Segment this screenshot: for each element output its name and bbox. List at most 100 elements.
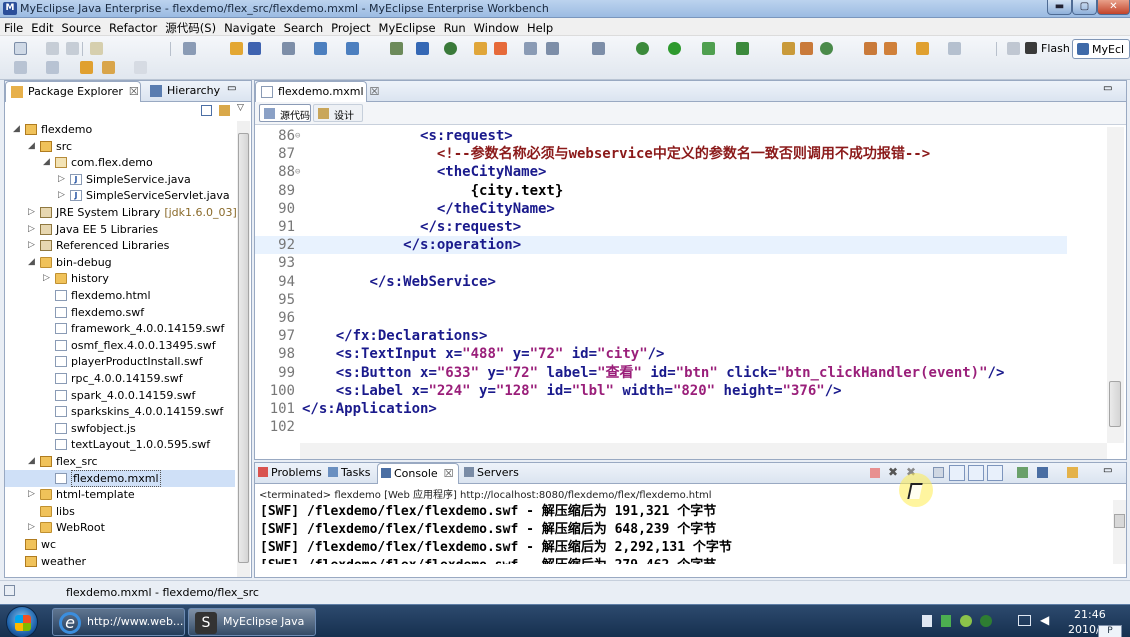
close-tab-icon[interactable]: ☒ bbox=[370, 85, 380, 98]
code-line[interactable]: 91 </s:request> bbox=[255, 218, 1067, 236]
code-line[interactable]: 97 </fx:Declarations> bbox=[255, 327, 1067, 345]
code-line[interactable]: 92 </s:operation> bbox=[255, 236, 1067, 255]
save-all-icon[interactable] bbox=[66, 42, 79, 55]
run-icon[interactable] bbox=[668, 42, 681, 55]
code-line[interactable]: 101 </s:Application> bbox=[255, 400, 1067, 418]
annotation-icon[interactable] bbox=[916, 42, 929, 55]
back-icon[interactable] bbox=[102, 61, 115, 74]
collapse-twisty-icon[interactable]: ◢ bbox=[28, 138, 38, 155]
tree-item[interactable]: ▷ J SimpleServiceServlet.java bbox=[5, 187, 235, 204]
code-line[interactable]: 86 ⊖ <s:request> bbox=[255, 127, 1067, 145]
tree-item[interactable]: ▷ WebRoot bbox=[5, 519, 235, 536]
tree-item[interactable]: flexdemo.html bbox=[5, 287, 235, 304]
code-line[interactable]: 89 {city.text} bbox=[255, 182, 1067, 200]
minimize-editor-icon[interactable]: ▭ bbox=[1103, 83, 1112, 94]
menu-search[interactable]: Search bbox=[280, 19, 328, 35]
tree-item[interactable]: flexdemo.swf bbox=[5, 304, 235, 321]
minimize-console-icon[interactable]: ▭ bbox=[1103, 465, 1112, 476]
tab-servers[interactable]: Servers bbox=[461, 463, 531, 484]
search-icon[interactable] bbox=[736, 42, 749, 55]
collapse-twisty-icon[interactable]: ◢ bbox=[13, 121, 23, 138]
menu-source[interactable]: Source bbox=[58, 19, 106, 35]
print-icon[interactable] bbox=[90, 42, 103, 55]
network-icon[interactable] bbox=[1018, 615, 1031, 626]
tree-item[interactable]: ◢ bin-debug bbox=[5, 254, 235, 271]
menu-refactor[interactable]: Refactor bbox=[105, 19, 161, 35]
tree-item[interactable]: weather bbox=[5, 553, 235, 570]
tray-update-icon[interactable] bbox=[980, 615, 992, 627]
tree-item[interactable]: flexdemo.mxml bbox=[5, 469, 235, 487]
expand-twisty-icon[interactable]: ▷ bbox=[28, 486, 38, 503]
tree-item[interactable]: ◢ flexdemo bbox=[5, 121, 235, 138]
expand-twisty-icon[interactable]: ▷ bbox=[58, 171, 68, 188]
wizard-icon[interactable] bbox=[782, 42, 795, 55]
outline-icon[interactable] bbox=[183, 42, 196, 55]
tree-item[interactable]: ◢ src bbox=[5, 138, 235, 155]
console-output[interactable]: [SWF] /flexdemo/flex/flexdemo.swf - 解压缩后… bbox=[255, 500, 1107, 564]
tree-item[interactable]: ▷ JRE System Library [jdk1.6.0_03] bbox=[5, 204, 237, 221]
class-icon[interactable] bbox=[800, 42, 813, 55]
tree-item[interactable]: wc bbox=[5, 536, 235, 553]
collapse-all-icon[interactable] bbox=[201, 105, 212, 116]
fast-view-icon[interactable] bbox=[4, 585, 15, 596]
code-line[interactable]: 99 <s:Button x="633" y="72" label="查看" i… bbox=[255, 364, 1067, 382]
minimize-button[interactable]: ▬ bbox=[1047, 0, 1072, 15]
volume-icon[interactable]: ◀ bbox=[1040, 613, 1049, 627]
tab-package-explorer[interactable]: Package Explorer ☒ bbox=[5, 81, 141, 102]
start-button[interactable] bbox=[6, 606, 38, 637]
editor-vertical-scrollbar[interactable] bbox=[1107, 127, 1124, 443]
fold-toggle-icon[interactable]: ⊖ bbox=[295, 163, 300, 181]
code-line[interactable]: 93 bbox=[255, 254, 1067, 272]
tree-item[interactable]: framework_4.0.0.14159.swf bbox=[5, 320, 235, 337]
tree-item[interactable]: playerProductInstall.swf bbox=[5, 353, 235, 370]
tab-hierarchy[interactable]: Hierarchy bbox=[145, 81, 237, 102]
code-line[interactable]: 95 bbox=[255, 291, 1067, 309]
open-console-icon[interactable] bbox=[1067, 467, 1078, 478]
tray-security-icon[interactable] bbox=[941, 615, 951, 627]
tree-item[interactable]: ◢ flex_src bbox=[5, 453, 235, 470]
design-mode-tab[interactable]: 设计 bbox=[313, 104, 363, 122]
tree-item[interactable]: swfobject.js bbox=[5, 420, 235, 437]
expand-twisty-icon[interactable]: ▷ bbox=[28, 221, 38, 238]
pin-console-icon[interactable] bbox=[1017, 467, 1028, 478]
remove-launch-icon[interactable]: ✖ bbox=[888, 465, 898, 479]
close-button[interactable]: ✕ bbox=[1097, 0, 1130, 15]
code-line[interactable]: 100 <s:Label x="224" y="128" id="lbl" wi… bbox=[255, 382, 1067, 400]
collapse-twisty-icon[interactable]: ◢ bbox=[28, 453, 38, 470]
tree-item[interactable]: ▷ history bbox=[5, 270, 235, 287]
tree-item[interactable]: ▷ Java EE 5 Libraries bbox=[5, 221, 235, 238]
tree-item[interactable]: libs bbox=[5, 503, 235, 520]
last-edit-icon[interactable] bbox=[80, 61, 93, 74]
globe-icon[interactable] bbox=[444, 42, 457, 55]
tree-item[interactable]: textLayout_1.0.0.595.swf bbox=[5, 436, 235, 453]
tree-item[interactable]: ◢ com.flex.demo bbox=[5, 154, 235, 171]
tree-item[interactable]: osmf_flex.4.0.0.13495.swf bbox=[5, 337, 235, 354]
collapse-twisty-icon[interactable]: ◢ bbox=[43, 154, 53, 171]
external-tools-icon[interactable] bbox=[702, 42, 715, 55]
tray-app-icon[interactable] bbox=[960, 615, 972, 627]
scroll-lock-icon[interactable] bbox=[949, 465, 965, 481]
menu-edit[interactable]: Edit bbox=[27, 19, 57, 35]
link-with-editor-icon[interactable] bbox=[219, 105, 230, 116]
perspective-icon[interactable] bbox=[546, 42, 559, 55]
deploy-icon[interactable] bbox=[248, 42, 261, 55]
menu-file[interactable]: File bbox=[0, 19, 27, 35]
debug-icon[interactable] bbox=[636, 42, 649, 55]
menu-source-cn[interactable]: 源代码(S) bbox=[161, 18, 220, 36]
tree-item[interactable]: rpc_4.0.0.14159.swf bbox=[5, 370, 235, 387]
web-icon[interactable] bbox=[314, 42, 327, 55]
show-desktop-icon[interactable]: P bbox=[1098, 625, 1122, 637]
tray-device-icon[interactable] bbox=[922, 615, 932, 627]
tab-console[interactable]: Console ☒ bbox=[377, 463, 459, 484]
menu-myeclipse[interactable]: MyEclipse bbox=[375, 19, 440, 35]
expand-twisty-icon[interactable]: ▷ bbox=[28, 237, 38, 254]
editor-horizontal-scrollbar[interactable] bbox=[300, 443, 1107, 459]
open-perspective-icon[interactable] bbox=[1007, 42, 1020, 55]
display-console-icon[interactable] bbox=[1037, 467, 1048, 478]
menu-window[interactable]: Window bbox=[470, 19, 523, 35]
open-folder-icon[interactable] bbox=[474, 42, 487, 55]
menu-project[interactable]: Project bbox=[327, 19, 374, 35]
tab-flexdemo-mxml[interactable]: flexdemo.mxml ☒ bbox=[255, 81, 379, 102]
expand-twisty-icon[interactable]: ▷ bbox=[28, 519, 38, 536]
code-line[interactable]: 88 ⊖ <theCityName> bbox=[255, 163, 1067, 181]
